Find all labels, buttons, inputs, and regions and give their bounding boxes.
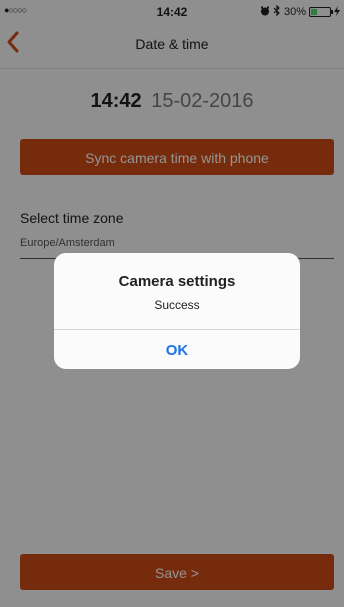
alert-dialog: Camera settings Success OK [54,253,300,369]
dialog-title: Camera settings [118,273,236,290]
ok-button[interactable]: OK [54,330,300,369]
dialog-message: Success [154,298,200,312]
